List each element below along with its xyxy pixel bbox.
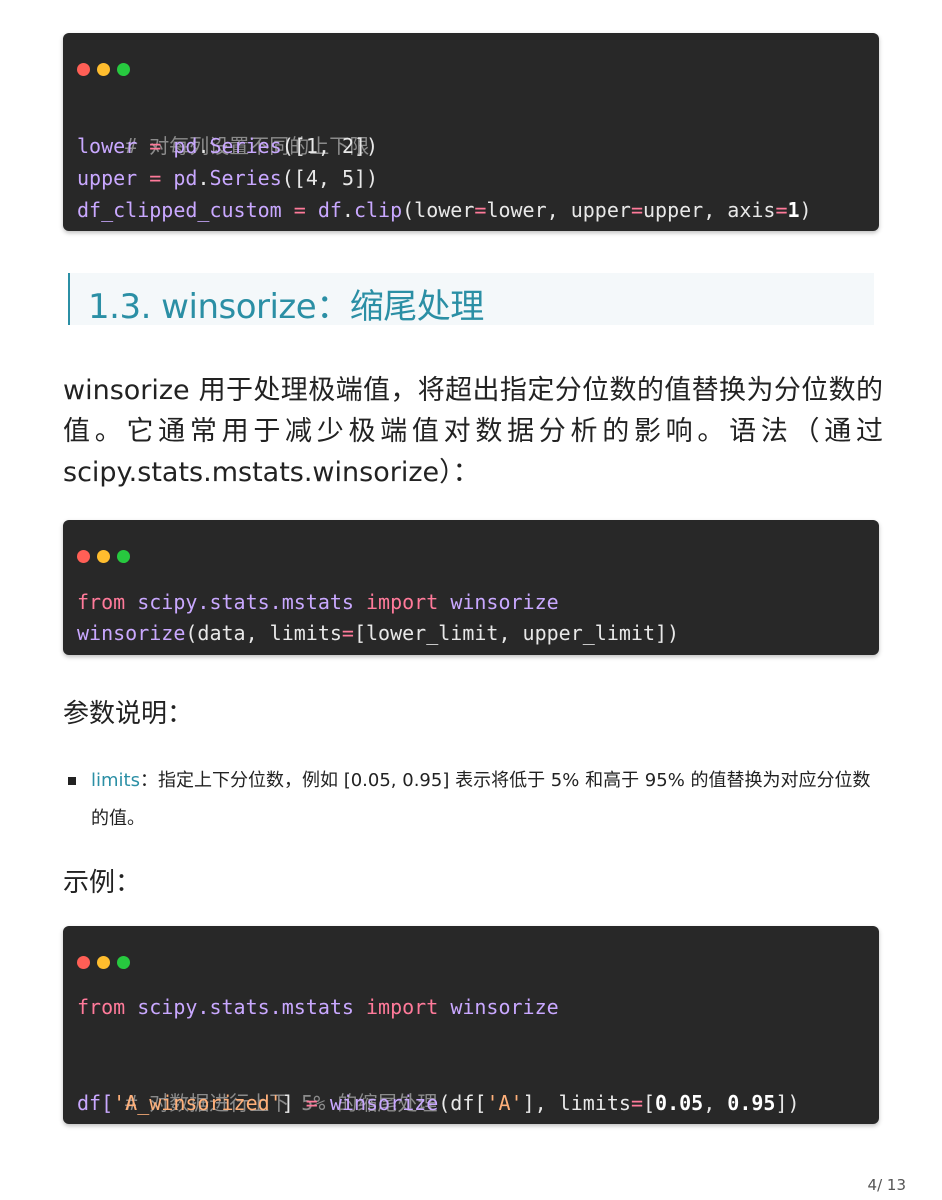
code-token: winsorize <box>77 621 186 645</box>
code-token: Series <box>209 166 282 190</box>
code-line: from scipy.stats.mstats import winsorize <box>77 586 559 618</box>
code-token: = <box>281 198 318 222</box>
code-token: scipy.stats.mstats <box>137 590 354 614</box>
code-token: = <box>630 1091 643 1115</box>
code-token: . <box>341 198 354 222</box>
code-token: winsorize <box>450 995 559 1019</box>
window-dots <box>77 956 130 969</box>
code-token: = <box>137 134 174 158</box>
red-dot-icon <box>77 63 90 76</box>
code-token: [ <box>642 1091 656 1115</box>
code-token: (df[ <box>438 1091 487 1115</box>
code-token: import <box>366 995 439 1019</box>
code-token: ) <box>799 198 812 222</box>
red-dot-icon <box>77 550 90 563</box>
code-token: df_clipped_custom <box>77 198 282 222</box>
code-token: winsorize <box>329 1091 439 1115</box>
red-dot-icon <box>77 956 90 969</box>
code-line: # 对数据进行上下 5% 的缩尾处理 <box>77 1055 437 1115</box>
code-token: (data, limits <box>185 621 342 645</box>
code-token: upper, axis <box>642 198 776 222</box>
code-token: ([4, 5]) <box>281 166 379 190</box>
code-line: lower = pd.Series([1, 2]) <box>77 130 378 162</box>
code-token: pd <box>173 134 198 158</box>
yellow-dot-icon <box>97 550 110 563</box>
code-token: scipy.stats.mstats <box>137 995 354 1019</box>
code-line: winsorize(data, limits=[lower_limit, upp… <box>77 617 679 649</box>
code-token: ([1, 2]) <box>281 134 379 158</box>
code-token: from <box>77 995 126 1019</box>
code-token: import <box>366 590 439 614</box>
code-token: clip <box>353 198 403 222</box>
window-dots <box>77 550 130 563</box>
bullet-icon <box>68 777 76 785</box>
code-line: df_clipped_custom = df.clip(lower=lower,… <box>77 194 812 226</box>
code-token: df[ <box>77 1091 114 1115</box>
param-description: ：指定上下分位数，例如 [0.05, 0.95] 表示将低于 5% 和高于 95… <box>91 770 871 829</box>
code-token: winsorize <box>450 590 559 614</box>
code-token: lower <box>77 134 138 158</box>
description-paragraph: winsorize 用于处理极端值，将超出指定分位数的值替换为分位数的值。它通常… <box>63 375 883 488</box>
code-token: Series <box>209 134 282 158</box>
code-token: ], limits <box>522 1091 631 1115</box>
params-label: 参数说明： <box>63 699 194 729</box>
code-token: 'A_winsorized' <box>113 1091 282 1115</box>
param-name: limits <box>91 770 140 791</box>
code-line: upper = pd.Series([4, 5]) <box>77 162 378 194</box>
code-token: ]) <box>775 1091 800 1115</box>
code-token: upper <box>77 166 138 190</box>
code-token: = <box>137 166 174 190</box>
code-token: 1 <box>787 198 800 222</box>
code-token: lower, upper <box>486 198 631 222</box>
section-heading: 1.3. winsorize：缩尾处理 <box>68 273 874 327</box>
code-block-example: from scipy.stats.mstats import winsorize… <box>63 926 879 1124</box>
code-token: = <box>630 198 643 222</box>
code-token: [lower_limit, upper_limit]) <box>353 621 680 645</box>
code-token: df <box>317 198 342 222</box>
section-heading-text: 1.3. winsorize：缩尾处理 <box>88 287 484 327</box>
green-dot-icon <box>117 63 130 76</box>
yellow-dot-icon <box>97 956 110 969</box>
code-token: = <box>305 1091 318 1115</box>
code-token: = <box>775 198 788 222</box>
code-token: ] <box>281 1091 306 1115</box>
example-label: 示例： <box>63 868 142 898</box>
bullet-text: limits：指定上下分位数，例如 [0.05, 0.95] 表示将低于 5% … <box>91 762 871 838</box>
code-line: # 对每列设置不同的上下限 <box>77 98 369 158</box>
code-token: . <box>197 134 210 158</box>
code-token: . <box>197 166 210 190</box>
code-token: 'A' <box>486 1091 523 1115</box>
page-indicator: 4/ 13 <box>867 1176 906 1194</box>
code-line: from scipy.stats.mstats import winsorize <box>77 991 559 1023</box>
green-dot-icon <box>117 550 130 563</box>
code-token: (lower <box>402 198 475 222</box>
code-block-winsorize-syntax: from scipy.stats.mstats import winsorize… <box>63 520 879 655</box>
code-token: = <box>474 198 487 222</box>
window-dots <box>77 63 130 76</box>
green-dot-icon <box>117 956 130 969</box>
code-token: = <box>341 621 354 645</box>
code-line: df['A_winsorized'] = winsorize(df['A'], … <box>77 1087 800 1119</box>
code-token: 0.05 <box>655 1091 704 1115</box>
code-token: , <box>703 1091 728 1115</box>
code-token: 0.95 <box>727 1091 776 1115</box>
code-token: from <box>77 590 126 614</box>
code-token: pd <box>173 166 198 190</box>
code-block-clip-custom: # 对每列设置不同的上下限 lower = pd.Series([1, 2]) … <box>63 33 879 231</box>
yellow-dot-icon <box>97 63 110 76</box>
